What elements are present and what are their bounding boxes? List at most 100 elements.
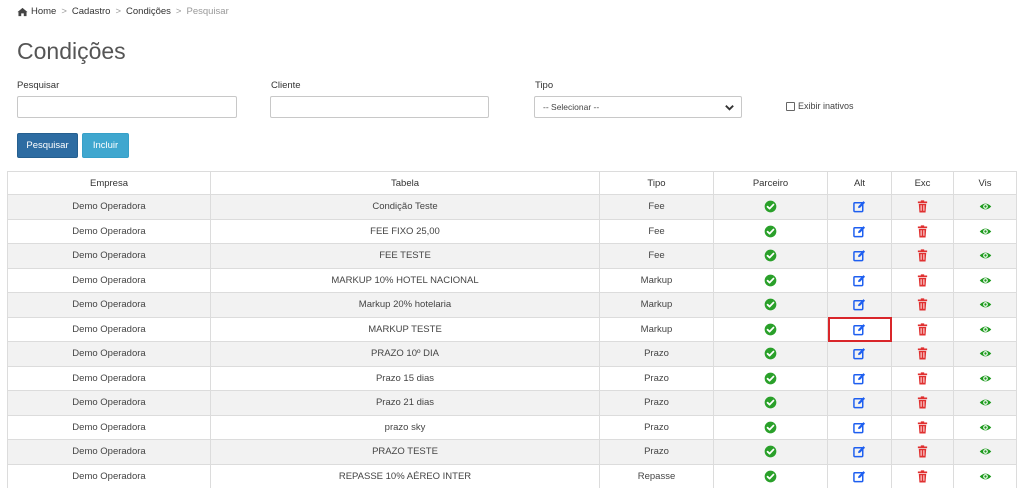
table-row: Demo Operadora Prazo 15 dias Prazo — [7, 365, 1017, 391]
breadcrumb-cadastro-link[interactable]: Cadastro — [72, 6, 111, 17]
edit-icon[interactable] — [853, 397, 866, 409]
cell-tipo: Prazo — [599, 414, 714, 440]
trash-icon[interactable] — [916, 298, 929, 311]
edit-icon[interactable] — [853, 446, 866, 458]
cell-vis — [953, 292, 1017, 318]
edit-icon[interactable] — [853, 323, 866, 336]
cell-parceiro — [713, 365, 828, 391]
trash-icon[interactable] — [916, 323, 929, 336]
cell-tabela: REPASSE 10% AÉREO INTER — [210, 463, 600, 488]
cell-empresa: Demo Operadora — [7, 414, 211, 440]
type-select[interactable]: -- Selecionar -- — [534, 96, 742, 118]
edit-icon[interactable] — [853, 372, 866, 385]
trash-icon[interactable] — [916, 470, 929, 483]
edit-icon[interactable] — [853, 274, 866, 287]
cell-empresa: Demo Operadora — [7, 316, 211, 342]
checkbox-box[interactable] — [786, 101, 795, 111]
cell-exc — [891, 439, 954, 465]
column-header-tabela[interactable]: Tabela — [210, 171, 600, 195]
cell-tabela: Prazo 15 dias — [210, 365, 600, 391]
cell-parceiro — [713, 292, 828, 318]
trash-icon[interactable] — [916, 274, 929, 287]
eye-icon[interactable] — [979, 397, 992, 408]
cell-parceiro — [713, 414, 828, 440]
trash-icon[interactable] — [916, 372, 929, 385]
eye-icon[interactable] — [979, 250, 992, 261]
table-row: Demo Operadora Prazo 21 dias Prazo — [7, 390, 1017, 416]
search-button[interactable]: Pesquisar — [17, 133, 78, 158]
trash-icon[interactable] — [916, 249, 929, 262]
eye-icon[interactable] — [979, 422, 992, 433]
cell-tabela: Markup 20% hotelaria — [210, 292, 600, 318]
cell-parceiro — [713, 316, 828, 342]
trash-icon[interactable] — [916, 225, 929, 238]
eye-icon[interactable] — [979, 446, 992, 457]
edit-icon[interactable] — [853, 299, 866, 311]
eye-icon[interactable] — [979, 471, 992, 482]
show-inactive-checkbox[interactable]: Exibir inativos — [786, 101, 854, 111]
cell-parceiro — [713, 341, 828, 367]
trash-icon[interactable] — [916, 347, 929, 360]
home-icon — [17, 7, 28, 16]
cell-tipo: Fee — [599, 194, 714, 220]
cell-alt — [827, 341, 892, 367]
client-input[interactable] — [270, 96, 489, 118]
check-circle-icon — [764, 200, 777, 213]
table-row: Demo Operadora Markup 20% hotelaria Markup — [7, 292, 1017, 318]
cell-exc — [891, 463, 954, 488]
cell-vis — [953, 341, 1017, 367]
column-header-vis: Vis — [953, 171, 1017, 195]
edit-icon[interactable] — [853, 250, 866, 262]
cell-exc — [891, 243, 954, 269]
cell-parceiro — [713, 267, 828, 293]
cell-alt — [827, 316, 892, 342]
cell-tipo: Repasse — [599, 463, 714, 488]
type-label: Tipo — [535, 80, 554, 91]
column-header-alt: Alt — [827, 171, 892, 195]
eye-icon[interactable] — [979, 226, 992, 237]
breadcrumb-home-link[interactable]: Home — [31, 6, 56, 17]
conditions-table: Empresa Tabela Tipo Parceiro Alt Exc Vis… — [7, 171, 1017, 488]
check-circle-icon — [764, 372, 777, 385]
trash-icon[interactable] — [916, 200, 929, 213]
cell-empresa: Demo Operadora — [7, 439, 211, 465]
cell-tipo: Prazo — [599, 341, 714, 367]
cell-alt — [827, 194, 892, 220]
table-row: Demo Operadora MARKUP 10% HOTEL NACIONAL M… — [7, 267, 1017, 293]
cell-empresa: Demo Operadora — [7, 267, 211, 293]
cell-exc — [891, 341, 954, 367]
eye-icon[interactable] — [979, 299, 992, 310]
column-header-tipo[interactable]: Tipo — [599, 171, 714, 195]
eye-icon[interactable] — [979, 275, 992, 286]
cell-vis — [953, 243, 1017, 269]
cell-tabela: PRAZO 10º DIA — [210, 341, 600, 367]
add-button[interactable]: Incluir — [82, 133, 129, 158]
trash-icon[interactable] — [916, 421, 929, 434]
check-circle-icon — [764, 298, 777, 311]
column-header-empresa[interactable]: Empresa — [7, 171, 211, 195]
search-input[interactable] — [17, 96, 237, 118]
cell-parceiro — [713, 390, 828, 416]
cell-tipo: Fee — [599, 243, 714, 269]
cell-tipo: Prazo — [599, 439, 714, 465]
cell-tabela: Prazo 21 dias — [210, 390, 600, 416]
cell-vis — [953, 218, 1017, 244]
cell-exc — [891, 390, 954, 416]
trash-icon[interactable] — [916, 445, 929, 458]
edit-icon[interactable] — [853, 470, 866, 483]
eye-icon[interactable] — [979, 373, 992, 384]
eye-icon[interactable] — [979, 201, 992, 212]
edit-icon[interactable] — [853, 421, 866, 434]
table-row: Demo Operadora FEE FIXO 25,00 Fee — [7, 218, 1017, 244]
client-label: Cliente — [271, 80, 301, 91]
cell-tipo: Prazo — [599, 365, 714, 391]
edit-icon[interactable] — [853, 348, 866, 360]
eye-icon[interactable] — [979, 348, 992, 359]
breadcrumb-condicoes-link[interactable]: Condições — [126, 6, 171, 17]
eye-icon[interactable] — [979, 324, 992, 335]
cell-tabela: prazo sky — [210, 414, 600, 440]
edit-icon[interactable] — [853, 225, 866, 238]
trash-icon[interactable] — [916, 396, 929, 409]
table-row: Demo Operadora PRAZO 10º DIA Prazo — [7, 341, 1017, 367]
edit-icon[interactable] — [853, 201, 866, 213]
